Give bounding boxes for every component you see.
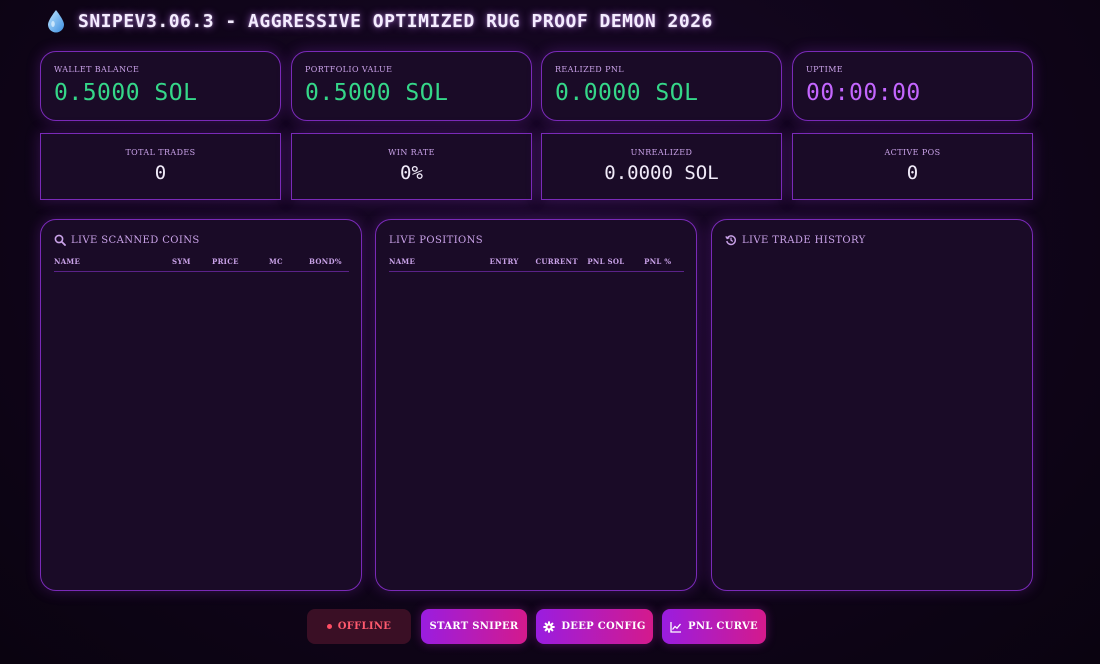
scanned-coins-title: LIVE SCANNED COINS (54, 233, 349, 247)
col-pnl-pct: PNL % (644, 257, 672, 266)
line-chart-icon (670, 621, 682, 633)
col-entry: ENTRY (489, 257, 519, 266)
col-name: NAME (389, 257, 416, 266)
wallet-balance-label: WALLET BALANCE (54, 65, 140, 74)
app-header: SNIPEV3.06.3 - AGGRESSIVE OPTIMIZED RUG … (46, 7, 713, 35)
realized-pnl-label: REALIZED PNL (555, 65, 624, 74)
trade-history-panel[interactable]: LIVE TRADE HISTORY (711, 219, 1033, 591)
col-sym: SYM (172, 257, 191, 266)
active-pos-value: 0 (906, 162, 919, 184)
scanned-coins-title-text: LIVE SCANNED COINS (71, 234, 200, 246)
win-rate-card: WIN RATE 0% (291, 133, 532, 200)
col-name: NAME (54, 257, 81, 266)
col-mc: MC (269, 257, 283, 266)
trade-history-title-text: LIVE TRADE HISTORY (742, 234, 866, 246)
col-pnl-sol: PNL SOL (587, 257, 625, 266)
live-positions-title-text: LIVE POSITIONS (389, 234, 484, 246)
start-sniper-button[interactable]: START SNIPER (421, 609, 527, 644)
status-label: OFFLINE (337, 621, 392, 632)
col-current: CURRENT (535, 257, 578, 266)
uptime-label: UPTIME (806, 65, 844, 74)
total-trades-label: TOTAL TRADES (125, 148, 196, 157)
unrealized-card: UNREALIZED 0.0000 SOL (541, 133, 782, 200)
status-offline-indicator: OFFLINE (307, 609, 411, 644)
wallet-balance-card: WALLET BALANCE 0.5000 SOL (40, 51, 281, 121)
live-positions-panel[interactable]: LIVE POSITIONS NAME ENTRY CURRENT PNL SO… (375, 219, 697, 591)
portfolio-value-label: PORTFOLIO VALUE (305, 65, 393, 74)
realized-pnl-value: 0.0000 SOL (555, 80, 699, 106)
unrealized-value: 0.0000 SOL (604, 162, 719, 184)
col-bond: BOND% (309, 257, 342, 266)
total-trades-value: 0 (154, 162, 167, 184)
realized-pnl-card: REALIZED PNL 0.0000 SOL (541, 51, 782, 121)
unrealized-label: UNREALIZED (630, 148, 693, 157)
pnl-curve-label: PNL CURVE (688, 621, 758, 632)
col-price: PRICE (212, 257, 239, 266)
active-pos-card: ACTIVE POS 0 (792, 133, 1033, 200)
uptime-card: UPTIME 00:00:00 (792, 51, 1033, 121)
wallet-balance-value: 0.5000 SOL (54, 80, 198, 106)
pnl-curve-button[interactable]: PNL CURVE (662, 609, 766, 644)
deep-config-button[interactable]: DEEP CONFIG (536, 609, 653, 644)
trade-history-title: LIVE TRADE HISTORY (725, 233, 1020, 247)
live-positions-header-row: NAME ENTRY CURRENT PNL SOL PNL % (389, 257, 684, 272)
portfolio-value-value: 0.5000 SOL (305, 80, 449, 106)
search-icon (54, 234, 66, 246)
history-icon (725, 235, 736, 246)
total-trades-card: TOTAL TRADES 0 (40, 133, 281, 200)
live-positions-title: LIVE POSITIONS (389, 233, 684, 247)
deep-config-label: DEEP CONFIG (561, 621, 646, 632)
win-rate-label: WIN RATE (388, 148, 435, 157)
scanned-coins-panel[interactable]: LIVE SCANNED COINS NAME SYM PRICE MC BON… (40, 219, 362, 591)
scanned-coins-header-row: NAME SYM PRICE MC BOND% (54, 257, 349, 272)
win-rate-value: 0% (400, 162, 423, 184)
uptime-value: 00:00:00 (806, 80, 921, 106)
start-sniper-label: START SNIPER (429, 621, 519, 632)
app-title: SNIPEV3.06.3 - AGGRESSIVE OPTIMIZED RUG … (78, 10, 713, 32)
gear-icon (543, 620, 555, 633)
status-dot (326, 624, 332, 629)
water-drop-icon (48, 10, 64, 33)
portfolio-value-card: PORTFOLIO VALUE 0.5000 SOL (291, 51, 532, 121)
active-pos-label: ACTIVE POS (884, 148, 941, 157)
